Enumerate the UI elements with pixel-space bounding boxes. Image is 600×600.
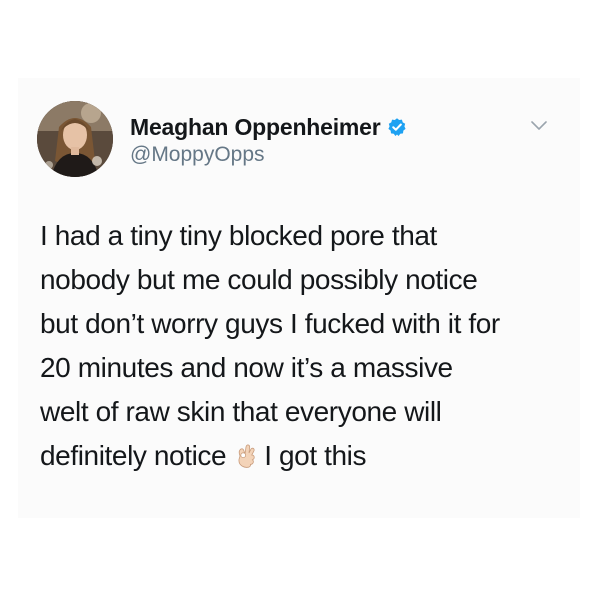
avatar-photo: [37, 101, 113, 177]
tweet-line: nobody but me could possibly notice: [40, 264, 478, 295]
screenshot-page: Meaghan Oppenheimer @MoppyOpps I had a t…: [0, 0, 600, 600]
tweet-line: I had a tiny tiny blocked pore that: [40, 220, 437, 251]
tweet-text: I had a tiny tiny blocked pore that nobo…: [40, 214, 560, 478]
tweet-text-segment: I got this: [264, 440, 367, 471]
tweet-text-segment: definitely notice: [40, 440, 227, 471]
avatar[interactable]: [37, 101, 113, 177]
tweet-line: but don’t worry guys I fucked with it fo…: [40, 308, 500, 339]
author-name-row[interactable]: Meaghan Oppenheimer: [130, 113, 407, 141]
tweet-line-last: definitely notice I got this: [40, 434, 560, 478]
author-handle[interactable]: @MoppyOpps: [130, 143, 265, 167]
chevron-down-icon[interactable]: [529, 119, 549, 133]
verified-badge-icon: [387, 117, 407, 137]
ok-hand-icon: [234, 438, 258, 468]
author-display-name[interactable]: Meaghan Oppenheimer: [130, 114, 381, 141]
tweet-line: 20 minutes and now it’s a massive: [40, 352, 453, 383]
tweet-line: welt of raw skin that everyone will: [40, 396, 442, 427]
